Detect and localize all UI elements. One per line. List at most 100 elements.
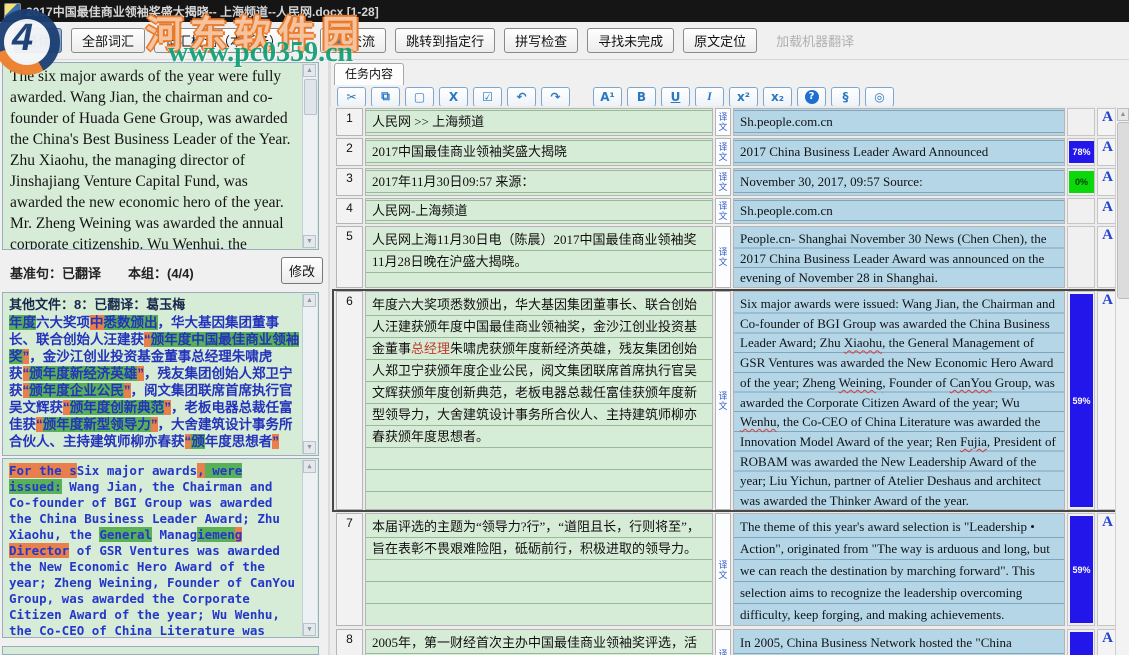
window-title: 2017中国最佳商业领袖奖盛大揭晓-- 上海频道--人民网.docx [1-28… (26, 3, 379, 20)
undo-icon[interactable]: ↶ (507, 87, 536, 107)
target-marker: 译文 (715, 198, 731, 224)
subscript-icon[interactable]: x₂ (763, 87, 792, 107)
scroll-down-icon[interactable]: ▼ (303, 623, 316, 636)
reference-translation-text: The six major awards of the year were fu… (10, 68, 290, 250)
match-percentage-badge: 78% (1069, 141, 1094, 163)
load-machine-translation-button: 加载机器翻译 (766, 28, 864, 53)
row-number[interactable]: 6 (336, 291, 363, 510)
target-cell[interactable]: In 2005, China Business Network hosted t… (733, 629, 1065, 655)
other-file-scrollbar[interactable]: ▲ ▼ (302, 294, 317, 454)
help-icon[interactable]: ? (797, 87, 826, 107)
reference-scrollbar[interactable]: ▲ ▼ (302, 64, 317, 248)
all-vocabulary-button[interactable]: 全部词汇 (71, 28, 145, 53)
table-row-selected: 6 年度六大奖项悉数颁出，华大基因集团董事长、联合创始人汪建获颁年度中国最佳商业… (334, 291, 1118, 510)
table-row: 3 2017年11月30日09:57 来源： 译文 November 30, 2… (334, 168, 1118, 196)
table-row: 2 2017中国最佳商业领袖奖盛大揭晓 译文 2017 China Busine… (334, 138, 1118, 166)
source-cell[interactable]: 2005年，第一财经首次主办中国最佳商业领袖奖评选，活动旨在认 (365, 629, 713, 655)
paste-icon[interactable]: ▢ (405, 87, 434, 107)
match-badge-cell (1067, 108, 1095, 136)
cut-icon[interactable]: ✂ (337, 87, 366, 107)
source-cell[interactable]: 人民网-上海频道 (365, 198, 713, 224)
exchange-button[interactable]: 交流 (320, 28, 386, 53)
italic-icon[interactable]: I (695, 87, 724, 107)
match-percentage-badge: 0% (1069, 171, 1094, 193)
scroll-up-icon[interactable]: ▲ (303, 294, 316, 307)
table-row: 1 人民网 >> 上海频道 译文 Sh.people.com.cn A (334, 108, 1118, 136)
match-badge-cell (1067, 198, 1095, 224)
source-cell[interactable]: 2017中国最佳商业领袖奖盛大揭晓 (365, 138, 713, 166)
redo-icon[interactable]: ↷ (541, 87, 570, 107)
source-cell[interactable]: 2017年11月30日09:57 来源： (365, 168, 713, 196)
jump-to-line-button[interactable]: 跳转到指定行 (395, 28, 495, 53)
source-cell[interactable]: 人民网上海11月30日电（陈晨）2017中国最佳商业领袖奖11月28日晚在沪盛大… (365, 226, 713, 288)
target-marker: 译文 (715, 291, 731, 510)
row-number[interactable]: 3 (336, 168, 363, 196)
source-locate-button[interactable]: 原文定位 (683, 28, 757, 53)
title-bar: 2017中国最佳商业领袖奖盛大揭晓-- 上海频道--人民网.docx [1-28… (0, 0, 1129, 22)
table-row: 7 本届评选的主题为“领导力?行”，“道阻且长，行则将至”，旨在表彰不畏艰难险阻… (334, 513, 1118, 626)
target-cell[interactable]: Sh.people.com.cn (733, 108, 1065, 136)
superscript-icon[interactable]: x² (729, 87, 758, 107)
bold-icon[interactable]: B (627, 87, 656, 107)
checkbox-icon[interactable]: ☑ (473, 87, 502, 107)
underline-icon[interactable]: U (661, 87, 690, 107)
target-marker: 译文 (715, 226, 731, 288)
main-toolbar: 整体 全部词汇 词汇检测（本任务） 交流 跳转到指定行 拼写检查 寻找未完成 原… (0, 22, 1129, 60)
tab-strip: 任务内容 (331, 62, 1129, 86)
row-number[interactable]: 7 (336, 513, 363, 626)
target-cell[interactable]: Six major awards were issued: Wang Jian,… (733, 291, 1065, 510)
modify-button[interactable]: 修改 (281, 257, 323, 284)
editor-toolbar: ✂ ⧉ ▢ X ☑ ↶ ↷ A¹ B U I x² x₂ ? § ◎ (331, 85, 1129, 108)
table-row: 4 人民网-上海频道 译文 Sh.people.com.cn A (334, 198, 1118, 224)
target-cell[interactable]: Sh.people.com.cn (733, 198, 1065, 224)
table-scrollbar[interactable]: ▲ (1115, 107, 1129, 655)
diff-panel-scrollbar[interactable]: ▲ ▼ (302, 460, 317, 636)
group-counter: 本组：(4/4) (128, 263, 194, 282)
locate-pin-icon[interactable]: ◎ (865, 87, 894, 107)
row-number[interactable]: 1 (336, 108, 363, 136)
scroll-up-icon[interactable]: ▲ (1117, 108, 1129, 121)
target-cell[interactable]: November 30, 2017, 09:57 Source: (733, 168, 1065, 196)
section-icon[interactable]: § (831, 87, 860, 107)
row-number[interactable]: 5 (336, 226, 363, 288)
diff-translation-text: For the sSix major awards, were issued: … (9, 463, 295, 638)
delete-icon[interactable]: X (439, 87, 468, 107)
scroll-down-icon[interactable]: ▼ (303, 235, 316, 248)
row-number[interactable]: 4 (336, 198, 363, 224)
reference-translation-textarea[interactable]: The six major awards of the year were fu… (2, 62, 319, 250)
spell-check-button[interactable]: 拼写检查 (504, 28, 578, 53)
target-marker: 译文 (715, 629, 731, 655)
other-file-match-panel[interactable]: 其他文件：8：已翻译：葛玉梅 年度六大奖项中悉数颁出，华大基因集团董事长、联合创… (2, 292, 319, 456)
target-cell[interactable]: 2017 China Business Leader Award Announc… (733, 138, 1065, 166)
next-panel-edge (2, 646, 319, 655)
scroll-down-icon[interactable]: ▼ (303, 441, 316, 454)
source-cell[interactable]: 人民网 >> 上海频道 (365, 108, 713, 136)
tab-task-content[interactable]: 任务内容 (334, 63, 404, 85)
target-marker: 译文 (715, 168, 731, 196)
font-size-icon[interactable]: A¹ (593, 87, 622, 107)
scroll-up-icon[interactable]: ▲ (303, 460, 316, 473)
match-badge-cell: 59% (1067, 291, 1095, 510)
target-marker: 译文 (715, 513, 731, 626)
match-percentage-bar: 59% (1070, 516, 1093, 623)
scroll-up-icon[interactable]: ▲ (303, 64, 316, 77)
diff-translation-panel[interactable]: For the sSix major awards, were issued: … (2, 458, 319, 638)
match-badge-cell: 59% (1067, 513, 1095, 626)
vocabulary-check-button[interactable]: 词汇检测（本任务） (154, 28, 293, 53)
source-cell[interactable]: 本届评选的主题为“领导力?行”，“道阻且长，行则将至”，旨在表彰不畏艰难险阻，砥… (365, 513, 713, 626)
match-status-bar: 基准句：已翻译 本组：(4/4) 修改 (0, 252, 330, 290)
table-row: 8 2005年，第一财经首次主办中国最佳商业领袖奖评选，活动旨在认 译文 In … (334, 629, 1118, 655)
base-sentence-status: 基准句：已翻译 (10, 263, 101, 282)
source-cell[interactable]: 年度六大奖项悉数颁出，华大基因集团董事长、联合创始人汪建获颁年度中国最佳商业领袖… (365, 291, 713, 510)
match-badge-cell (1067, 226, 1095, 288)
target-cell[interactable]: The theme of this year's award selection… (733, 513, 1065, 626)
row-number[interactable]: 8 (336, 629, 363, 655)
find-unfinished-button[interactable]: 寻找未完成 (587, 28, 674, 53)
copy-icon[interactable]: ⧉ (371, 87, 400, 107)
app-icon (4, 3, 21, 20)
match-percentage-bar: 59% (1070, 294, 1093, 507)
table-row: 5 人民网上海11月30日电（陈晨）2017中国最佳商业领袖奖11月28日晚在沪… (334, 226, 1118, 288)
target-cell[interactable]: People.cn- Shanghai November 30 News (Ch… (733, 226, 1065, 288)
row-number[interactable]: 2 (336, 138, 363, 166)
overall-button[interactable]: 整体 (14, 28, 62, 53)
